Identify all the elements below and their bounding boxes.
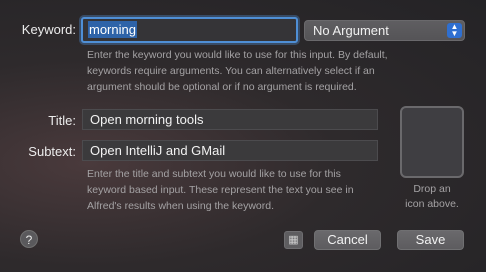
keyword-field-value: morning <box>88 21 137 38</box>
keyword-field[interactable]: morning <box>81 17 298 43</box>
cancel-button[interactable]: Cancel <box>314 230 381 250</box>
argument-dropdown-value: No Argument <box>313 23 389 38</box>
help-icon[interactable]: ? <box>20 230 38 248</box>
title-label: Title: <box>48 113 76 128</box>
keyword-help-text: Enter the keyword you would like to use … <box>87 49 388 93</box>
subtext-field[interactable]: Open IntelliJ and GMail <box>82 140 378 161</box>
keyword-label: Keyword: <box>21 22 76 37</box>
grid-icon[interactable]: ▦ <box>284 231 303 249</box>
chevron-updown-icon: ▲ ▼ <box>447 23 462 38</box>
save-button[interactable]: Save <box>397 230 464 250</box>
keyword-input-dialog: Keyword: morning No Argument ▲ ▼ Enter th… <box>0 0 486 272</box>
icon-drop-hint: Drop an icon above. <box>405 183 459 210</box>
subtext-help-text: Enter the title and subtext you would li… <box>87 168 354 212</box>
subtext-label: Subtext: <box>28 144 76 159</box>
title-field[interactable]: Open morning tools <box>82 109 378 130</box>
icon-drop-well[interactable] <box>400 106 464 178</box>
argument-dropdown[interactable]: No Argument ▲ ▼ <box>304 20 465 41</box>
